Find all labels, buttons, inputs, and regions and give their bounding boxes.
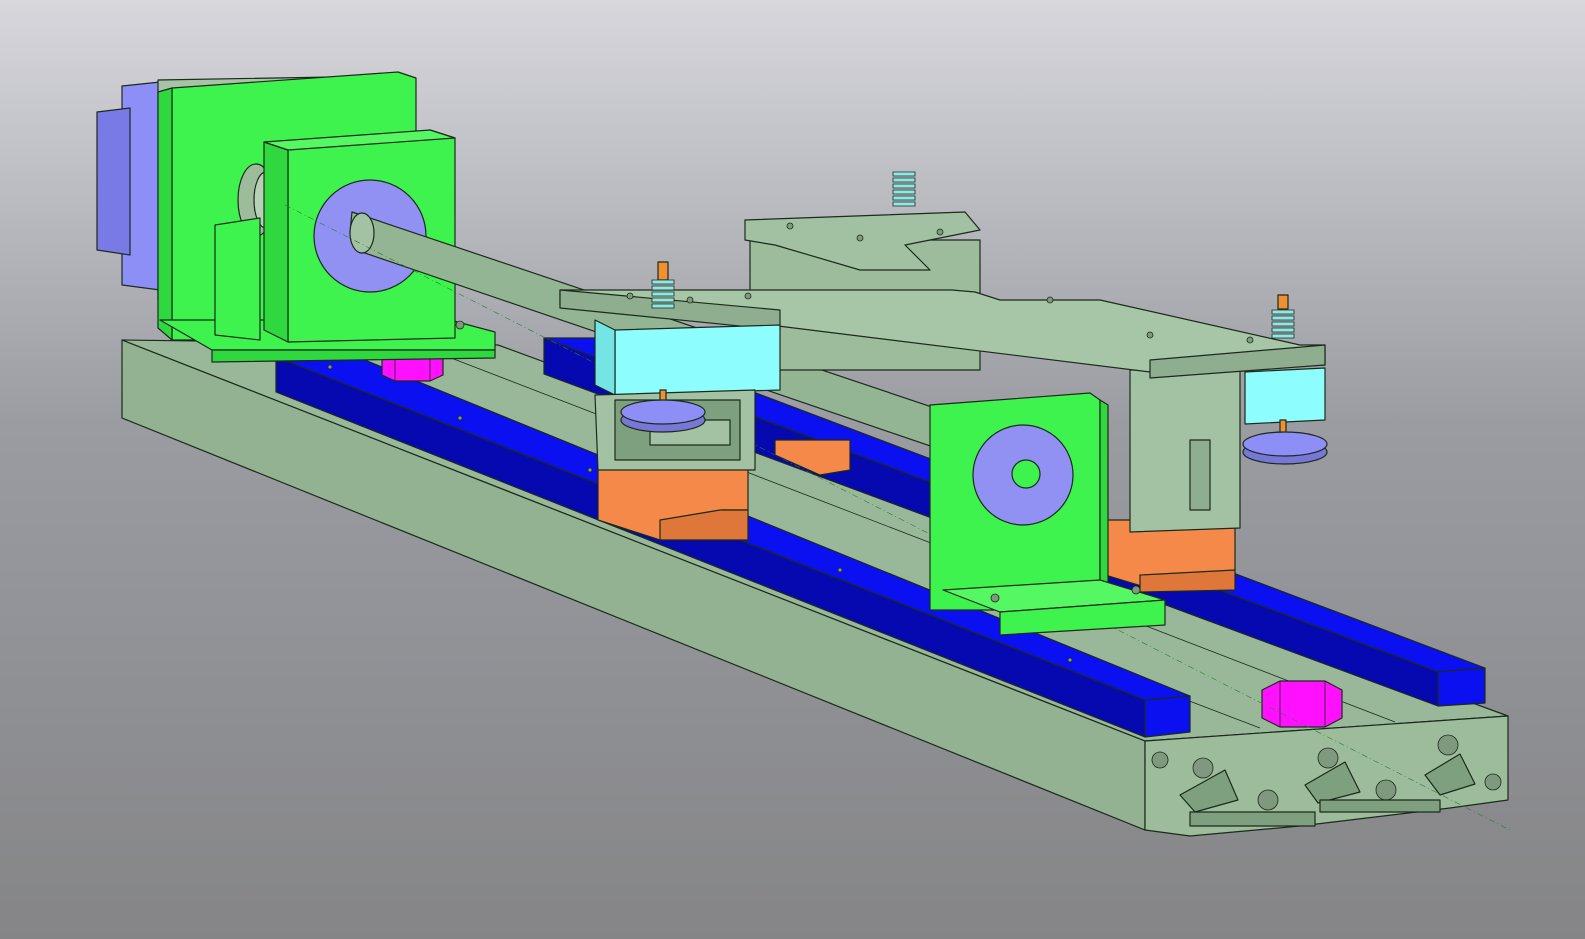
linear-stage-model[interactable] [0,0,1585,939]
linear-bearing-right [1244,367,1326,425]
thumb-wheel-right[interactable] [1242,431,1328,465]
linear-bearing-left [594,319,781,396]
cad-3d-viewport[interactable] [0,0,1585,939]
hex-nut-front [1261,680,1343,728]
thumb-wheel-left[interactable] [620,399,706,433]
leveling-screw-center[interactable] [892,171,916,207]
